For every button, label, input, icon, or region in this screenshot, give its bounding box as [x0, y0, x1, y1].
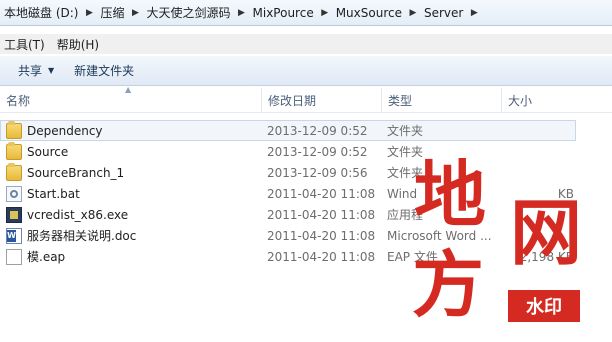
- file-name: Source: [27, 144, 69, 159]
- file-name-cell: SourceBranch_1: [6, 162, 256, 183]
- file-modified: 2011-04-20 11:08: [267, 207, 376, 222]
- batch-file-icon: [6, 185, 22, 202]
- column-name-label: 名称: [6, 93, 31, 108]
- breadcrumb-server[interactable]: Server: [420, 1, 467, 25]
- command-bar: 共享 ▼ 新建文件夹: [0, 56, 612, 86]
- file-modified: 2011-04-20 11:08: [267, 228, 376, 243]
- breadcrumb-compress[interactable]: 压缩: [96, 1, 128, 25]
- watermark-char-di: 地: [414, 153, 486, 237]
- breadcrumb-chevron-icon[interactable]: ▶: [406, 8, 420, 18]
- address-bar[interactable]: 本地磁盘 (D:) ▶ 压缩 ▶ 大天使之剑源码 ▶ MixPource ▶ M…: [0, 0, 612, 26]
- new-folder-label: 新建文件夹: [74, 64, 135, 78]
- menu-bar: 工具(T) 帮助(H): [0, 34, 612, 54]
- new-folder-button[interactable]: 新建文件夹: [64, 60, 144, 82]
- file-modified: 2011-04-20 11:08: [267, 186, 376, 201]
- column-modified[interactable]: 修改日期: [261, 88, 381, 112]
- file-name-cell: Dependency: [6, 120, 256, 141]
- file-modified: 2013-12-09 0:52: [267, 144, 368, 159]
- watermark-char-fang: 方: [412, 243, 484, 327]
- file-type: 文件夹: [387, 124, 424, 138]
- file-name: 模.eap: [27, 250, 66, 264]
- watermark-badge: 水印: [526, 296, 562, 318]
- file-name: Dependency: [27, 123, 103, 138]
- column-header: 名称 ▲ 修改日期 类型 大小: [0, 85, 612, 113]
- sort-up-icon: ▲: [125, 85, 132, 94]
- exe-file-icon: [6, 206, 22, 223]
- folder-icon: [6, 120, 22, 139]
- column-size-label: 大小: [508, 93, 533, 108]
- menu-help[interactable]: 帮助(H): [53, 36, 107, 53]
- file-modified: 2013-12-09 0:56: [267, 165, 368, 180]
- file-name-cell: 模.eap: [6, 246, 256, 267]
- breadcrumb-chevron-icon[interactable]: ▶: [467, 8, 481, 18]
- folder-icon: [6, 162, 22, 181]
- breadcrumb-drive[interactable]: 本地磁盘 (D:): [0, 1, 82, 25]
- file-name-cell: Start.bat: [6, 183, 256, 204]
- share-label: 共享: [18, 64, 43, 78]
- file-name: SourceBranch_1: [27, 165, 125, 180]
- watermark-logo: 地 网 方 水印: [412, 153, 582, 327]
- file-name-cell: vcredist_x86.exe: [6, 204, 256, 225]
- breadcrumb-mixpource[interactable]: MixPource: [249, 1, 318, 25]
- breadcrumb-chevron-icon[interactable]: ▶: [128, 8, 142, 18]
- watermark-char-wang: 网: [510, 191, 582, 275]
- column-size[interactable]: 大小: [501, 88, 612, 112]
- dropdown-arrow-icon: ▼: [48, 66, 55, 75]
- file-name: Start.bat: [27, 186, 80, 201]
- column-modified-label: 修改日期: [268, 93, 317, 108]
- breadcrumb-muxsource[interactable]: MuxSource: [332, 1, 406, 25]
- share-button[interactable]: 共享 ▼: [8, 60, 64, 82]
- column-type-label: 类型: [388, 93, 413, 108]
- breadcrumb-chevron-icon[interactable]: ▶: [235, 8, 249, 18]
- file-name-cell: 服务器相关说明.doc: [6, 225, 256, 246]
- file-name-cell: Source: [6, 141, 256, 162]
- file-modified: 2013-12-09 0:52: [267, 123, 368, 138]
- file-modified: 2011-04-20 11:08: [267, 249, 376, 264]
- word-doc-icon: [6, 227, 22, 244]
- file-row[interactable]: Dependency 2013-12-09 0:52 文件夹: [0, 120, 576, 141]
- column-type[interactable]: 类型: [381, 88, 501, 112]
- file-name: 服务器相关说明.doc: [27, 229, 137, 243]
- breadcrumb-chevron-icon[interactable]: ▶: [82, 8, 96, 18]
- file-name: vcredist_x86.exe: [27, 207, 129, 222]
- folder-icon: [6, 141, 22, 160]
- column-name[interactable]: 名称 ▲: [0, 85, 261, 112]
- file-icon: [6, 248, 22, 265]
- menu-tools[interactable]: 工具(T): [0, 36, 53, 53]
- breadcrumb-source-code[interactable]: 大天使之剑源码: [142, 1, 234, 25]
- breadcrumb-chevron-icon[interactable]: ▶: [318, 8, 332, 18]
